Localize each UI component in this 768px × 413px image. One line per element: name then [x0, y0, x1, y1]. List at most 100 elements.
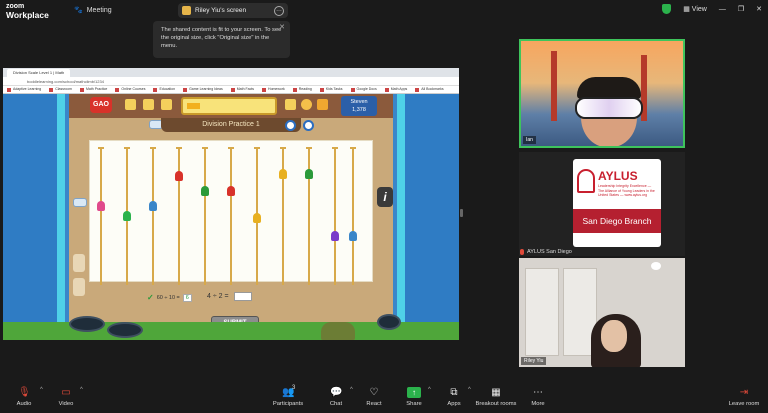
settings-gear-icon[interactable] — [317, 99, 328, 110]
tire-decoration — [107, 322, 143, 338]
participant-name: Ian — [523, 136, 536, 144]
side-panel-right — [397, 94, 459, 340]
tire-decoration — [69, 316, 105, 332]
participant-tile[interactable]: Riley Yiu — [519, 258, 685, 367]
meeting-toolbar: 🎙 Audio ^ ▭ Video ^ 👥 Participants 3 💬 C… — [0, 383, 768, 413]
video-off-icon: ▭ — [61, 387, 71, 398]
climber-character — [349, 231, 357, 241]
climber-character — [331, 231, 339, 241]
game-header: GAO Steven 1,378 — [69, 94, 393, 118]
leave-room-button[interactable]: ⇥ Leave room — [722, 387, 766, 407]
help-icon[interactable] — [301, 99, 312, 110]
door-background — [525, 268, 559, 356]
bookmark-item[interactable]: Adaptive Learning — [7, 87, 41, 91]
bookmark-item[interactable]: Kids Tasks — [320, 87, 343, 91]
shared-screen[interactable]: Division Scale Level 1 | Math boddlelear… — [3, 68, 459, 340]
replay-icon[interactable] — [303, 120, 314, 131]
play-icon[interactable] — [285, 120, 296, 131]
climbing-pole — [202, 147, 208, 285]
level-title: Division Practice 1 — [161, 118, 301, 132]
participant-name: AYLUS San Diego — [520, 249, 572, 255]
browser-tab-strip: Division Scale Level 1 | Math — [3, 68, 459, 77]
game-logo-badge[interactable]: GAO — [90, 97, 112, 113]
bookmark-item[interactable]: Game Learning Ideas — [183, 87, 223, 91]
climber-character — [227, 186, 235, 196]
chevron-up-icon[interactable]: ^ — [468, 387, 471, 393]
view-button[interactable]: ▦ View — [683, 5, 707, 13]
muted-mic-icon — [520, 249, 524, 255]
zoom-logo: zoom Workplace — [6, 3, 49, 20]
climbing-pole — [150, 147, 156, 285]
bookmark-item[interactable]: Reading — [293, 87, 312, 91]
more-button[interactable]: ⋯ More — [516, 387, 560, 407]
bookmark-item[interactable]: Google Docs — [351, 87, 377, 91]
chevron-up-icon[interactable]: ^ — [80, 387, 83, 393]
more-options-icon[interactable]: … — [274, 5, 284, 16]
check-icon: ✓ — [147, 293, 154, 302]
chevron-up-icon[interactable]: ^ — [428, 387, 431, 393]
shop-icon[interactable] — [285, 99, 296, 110]
participants-button[interactable]: 👥 Participants — [266, 387, 310, 407]
bookmark-item[interactable]: Homework — [262, 87, 285, 91]
climbing-area — [89, 140, 373, 285]
grid-icon: ▦ — [683, 6, 690, 13]
aylus-logo-card: AYLUS Leadership Integrity Excellence — … — [573, 159, 661, 247]
bookmark-item[interactable]: Math Practice — [80, 87, 107, 91]
participant-hair — [577, 77, 641, 99]
climbing-pole — [228, 147, 234, 285]
progress-fill — [187, 103, 201, 109]
climbing-pole — [176, 147, 182, 285]
chat-bubble-icon: 💬 — [330, 387, 343, 398]
game-toggle-icon[interactable] — [73, 198, 87, 207]
top-right-controls: ▦ View — ❐ ✕ — [662, 4, 762, 14]
home-icon[interactable] — [125, 99, 136, 110]
meeting-info-button[interactable]: 🐾 Meeting — [74, 6, 112, 15]
browser-address-bar[interactable]: boddlelearning.com/school/mathclimb/1234 — [3, 77, 459, 86]
lightbulb-icon — [577, 169, 595, 193]
close-icon[interactable]: ✕ — [279, 24, 285, 32]
chevron-up-icon[interactable]: ^ — [40, 387, 43, 393]
screen-share-pill[interactable]: Riley Yiu's screen … — [178, 3, 288, 18]
close-button[interactable]: ✕ — [756, 5, 762, 13]
bookmark-item[interactable]: Classroom — [49, 87, 72, 91]
pencil-tool-icon[interactable] — [73, 254, 85, 272]
info-button[interactable]: i — [377, 187, 393, 207]
participant-count: 3 — [292, 385, 296, 391]
participant-tile[interactable]: AYLUS Leadership Integrity Excellence — … — [519, 152, 685, 256]
apps-icon: ⧉ — [450, 387, 458, 398]
climber-character — [253, 213, 261, 223]
climber-character — [123, 211, 131, 221]
hat-decoration — [321, 322, 355, 340]
bookmark-item[interactable]: Online Courses — [115, 87, 145, 91]
zoom-window: zoom Workplace 🐾 Meeting Riley Yiu's scr… — [0, 0, 768, 413]
bookmarks-bar: Adaptive Learning Classroom Math Practice O… — [3, 86, 459, 94]
bookmark-item[interactable]: Education — [153, 87, 175, 91]
paw-icon: 🐾 — [74, 7, 83, 14]
sharer-avatar — [182, 6, 191, 15]
muted-mic-icon: 🎙 — [18, 387, 31, 398]
climber-character — [149, 201, 157, 211]
share-arrow-icon: ↑ — [407, 387, 421, 398]
eraser-tool-icon[interactable] — [73, 278, 85, 296]
answer-input[interactable] — [233, 292, 252, 301]
bookmark-item[interactable]: Math Apps — [385, 87, 408, 91]
side-panel-left — [3, 94, 65, 340]
current-equation: 4 ÷ 2 = — [207, 292, 252, 301]
maximize-button[interactable]: ❐ — [738, 5, 744, 13]
book-icon[interactable] — [161, 99, 172, 110]
stats-icon[interactable] — [143, 99, 154, 110]
bookmark-item[interactable]: All Bookmarks — [415, 87, 443, 91]
breakout-rooms-button[interactable]: ▦ Breakout rooms — [472, 387, 520, 407]
bridge-tower — [551, 51, 557, 121]
bookmark-item[interactable]: Math Facts — [231, 87, 254, 91]
climber-character — [279, 169, 287, 179]
react-button[interactable]: ♡ React — [352, 387, 396, 407]
security-shield-icon[interactable] — [662, 4, 672, 14]
more-dots-icon: ⋯ — [533, 387, 543, 398]
minimize-button[interactable]: — — [719, 6, 726, 13]
participant-tile[interactable]: Ian — [519, 39, 685, 148]
browser-tab[interactable]: Division Scale Level 1 | Math — [7, 68, 71, 77]
participant-face — [601, 320, 627, 352]
player-profile[interactable]: Steven 1,378 — [341, 96, 377, 116]
splitter-handle[interactable] — [460, 209, 463, 217]
